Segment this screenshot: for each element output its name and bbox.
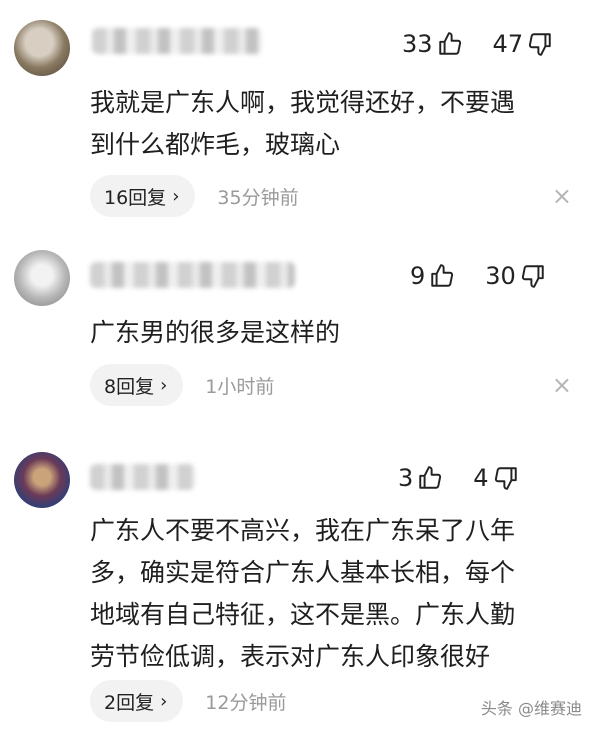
comment-meta: 16回复 › 35分钟前: [90, 175, 299, 217]
like-count: 3: [398, 464, 414, 492]
dislike-button[interactable]: 30: [485, 262, 546, 290]
thumbs-down-icon: [529, 33, 551, 56]
chevron-right-icon: ›: [160, 374, 168, 396]
replies-label: 16回复: [104, 186, 167, 209]
dislike-button[interactable]: 47: [493, 30, 554, 58]
like-button[interactable]: 33: [402, 30, 463, 58]
username-blurred[interactable]: [92, 28, 262, 54]
replies-button[interactable]: 8回复 ›: [90, 364, 184, 406]
replies-button[interactable]: 16回复 ›: [90, 175, 196, 217]
chevron-right-icon: ›: [160, 690, 168, 712]
like-count: 33: [402, 30, 433, 58]
dislike-count: 4: [473, 464, 489, 492]
comment-time: 12分钟前: [205, 691, 287, 714]
username-blurred[interactable]: [90, 464, 195, 490]
dislike-button[interactable]: 4: [473, 464, 518, 492]
close-icon[interactable]: ×: [552, 373, 572, 397]
thumbs-up-icon: [419, 466, 442, 489]
comment-time: 1小时前: [205, 375, 275, 398]
replies-label: 2回复: [104, 691, 155, 714]
watermark: 头条 @维赛迪: [480, 699, 582, 718]
thumbs-up-icon: [438, 32, 461, 55]
avatar[interactable]: [14, 250, 70, 306]
like-count: 9: [410, 262, 426, 290]
dislike-count: 47: [492, 30, 524, 58]
thumbs-down-icon: [494, 467, 517, 490]
like-button[interactable]: 9: [410, 262, 455, 290]
vote-group: 9 30: [380, 262, 546, 290]
dislike-count: 30: [485, 262, 516, 290]
vote-group: 3 4: [368, 464, 519, 492]
thumbs-up-icon: [431, 264, 454, 287]
avatar[interactable]: [14, 452, 70, 508]
comment-meta: 8回复 › 1小时前: [90, 364, 274, 406]
chevron-right-icon: ›: [172, 185, 180, 207]
avatar[interactable]: [14, 20, 70, 76]
comment-time: 35分钟前: [217, 186, 299, 209]
replies-label: 8回复: [104, 375, 155, 398]
comment-meta: 2回复 › 12分钟前: [90, 680, 286, 722]
comment-text: 我就是广东人啊，我觉得还好，不要遇 到什么都炸毛，玻璃心: [90, 88, 516, 159]
replies-button[interactable]: 2回复 ›: [90, 680, 184, 722]
like-button[interactable]: 3: [398, 464, 443, 492]
comment-text: 广东男的很多是这样的: [90, 318, 341, 347]
vote-group: 33 47: [372, 30, 553, 58]
username-blurred[interactable]: [90, 262, 295, 288]
thumbs-down-icon: [521, 265, 544, 288]
comment-text: 广东人不要不高兴，我在广东呆了八年 多，确实是符合广东人基本长相，每个 地域有自…: [90, 516, 516, 671]
close-icon[interactable]: ×: [552, 184, 572, 208]
